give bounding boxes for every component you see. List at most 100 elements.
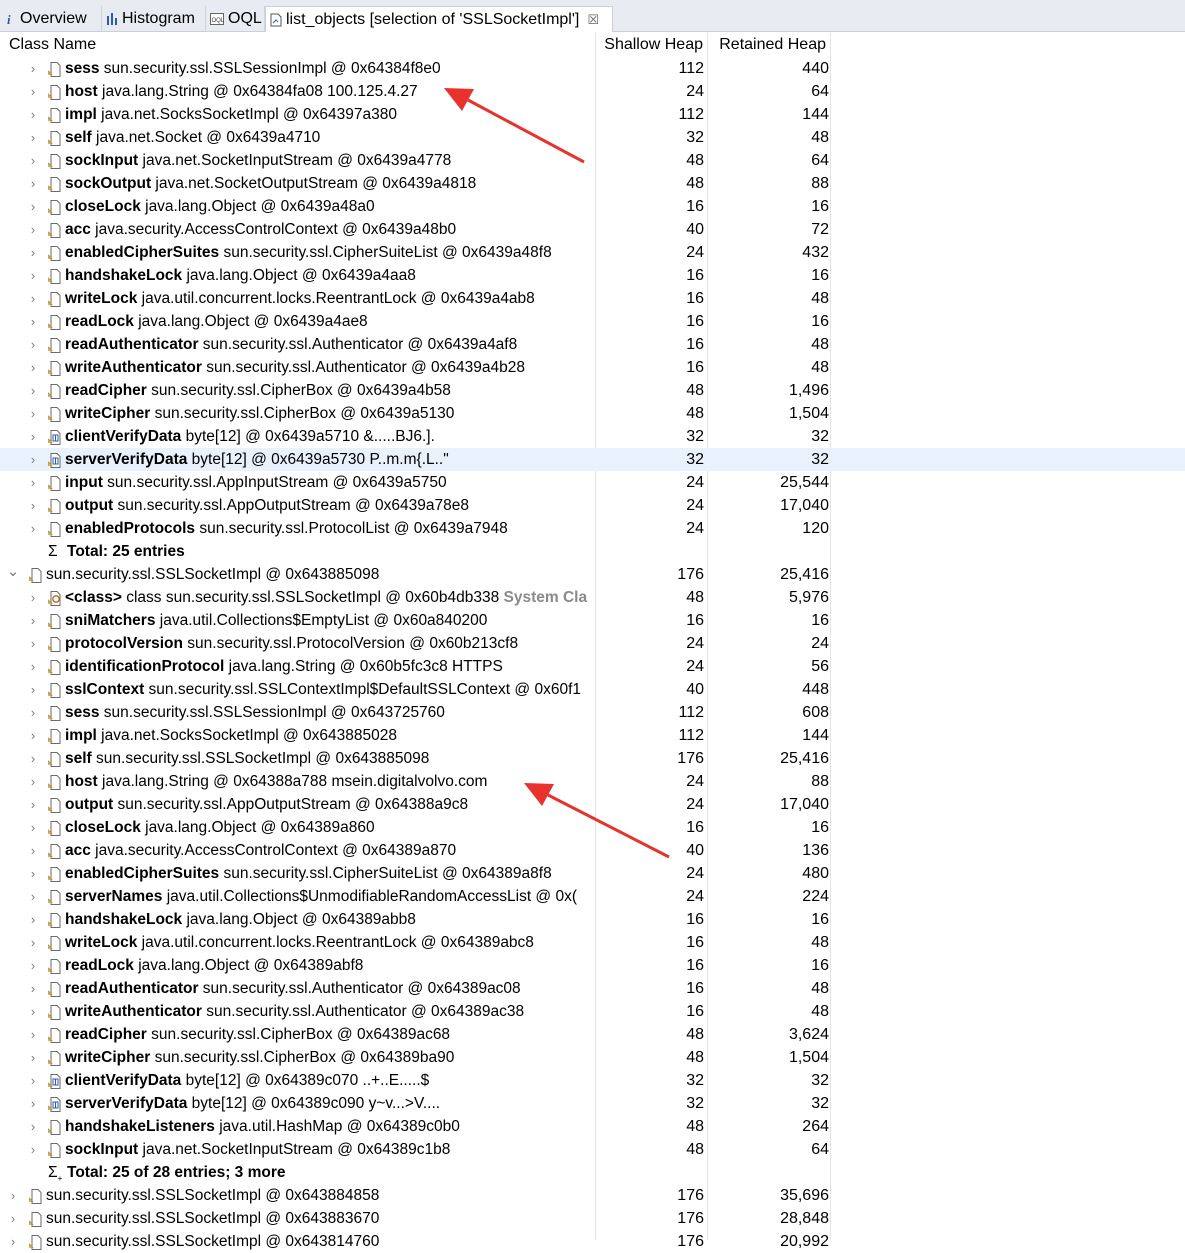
table-row[interactable]: › enabledCipherSuites sun.security.ssl.Ci… (0, 241, 1185, 264)
table-row[interactable]: › self sun.security.ssl.SSLSocketImpl @ 0… (0, 747, 1185, 770)
table-row[interactable]: › writeCipher sun.security.ssl.CipherBox … (0, 1046, 1185, 1069)
table-row[interactable]: › sun.security.ssl.SSLSocketImpl @ 0x6438… (0, 1207, 1185, 1230)
close-icon[interactable]: ☒ (587, 12, 599, 28)
expand-chevron-icon[interactable]: › (26, 241, 40, 264)
expand-chevron-icon[interactable]: › (26, 425, 40, 448)
expand-chevron-icon[interactable]: › (26, 885, 40, 908)
expand-chevron-icon[interactable]: › (6, 1230, 20, 1253)
table-row[interactable]: › writeAuthenticator sun.security.ssl.Aut… (0, 356, 1185, 379)
tab-histogram[interactable]: Histogram (102, 6, 206, 32)
column-header-retained-heap[interactable]: Retained Heap (708, 33, 831, 57)
expand-chevron-icon[interactable]: › (26, 724, 40, 747)
tab-oql[interactable]: OQL OQL (206, 6, 265, 32)
expand-chevron-icon[interactable]: › (26, 632, 40, 655)
expand-chevron-icon[interactable]: › (26, 678, 40, 701)
table-row[interactable]: › sockInput java.net.SocketInputStream @ … (0, 149, 1185, 172)
expand-chevron-icon[interactable]: › (26, 195, 40, 218)
expand-chevron-icon[interactable]: › (26, 609, 40, 632)
expand-chevron-icon[interactable]: › (6, 1207, 20, 1230)
table-row[interactable]: › writeCipher sun.security.ssl.CipherBox … (0, 402, 1185, 425)
table-row[interactable]: › sess sun.security.ssl.SSLSessionImpl @ … (0, 701, 1185, 724)
column-header-shallow-heap[interactable]: Shallow Heap (596, 33, 708, 57)
expand-chevron-icon[interactable]: › (26, 1000, 40, 1023)
tab-overview[interactable]: i Overview (0, 6, 102, 32)
table-row[interactable]: › host java.lang.String @ 0x64384fa08 100… (0, 80, 1185, 103)
expand-chevron-icon[interactable]: › (26, 126, 40, 149)
expand-chevron-icon[interactable]: › (26, 1138, 40, 1161)
expand-chevron-icon[interactable]: › (26, 655, 40, 678)
expand-chevron-icon[interactable]: › (26, 218, 40, 241)
expand-chevron-icon[interactable]: › (26, 793, 40, 816)
table-row[interactable]: › sslContext sun.security.ssl.SSLContextI… (0, 678, 1185, 701)
expand-chevron-icon[interactable]: › (26, 356, 40, 379)
table-row[interactable]: › handshakeListeners java.util.HashMap @ … (0, 1115, 1185, 1138)
table-row[interactable]: › sun.security.ssl.SSLSocketImpl @ 0x6438… (0, 1184, 1185, 1207)
table-row[interactable]: › clientVerifyData byte[12] @ 0x64389c070… (0, 1069, 1185, 1092)
table-row[interactable]: › handshakeLock java.lang.Object @ 0x6439… (0, 264, 1185, 287)
table-row[interactable]: › acc java.security.AccessControlContext … (0, 218, 1185, 241)
expand-chevron-icon[interactable]: › (6, 1184, 20, 1207)
collapse-chevron-icon[interactable]: ⌄ (6, 563, 20, 586)
table-row[interactable]: › writeLock java.util.concurrent.locks.Re… (0, 931, 1185, 954)
table-row[interactable]: › serverVerifyData byte[12] @ 0x6439a5730… (0, 448, 1185, 471)
table-row[interactable]: › readLock java.lang.Object @ 0x6439a4ae8… (0, 310, 1185, 333)
table-row[interactable]: › host java.lang.String @ 0x64388a788 mse… (0, 770, 1185, 793)
expand-chevron-icon[interactable]: › (26, 448, 40, 471)
expand-chevron-icon[interactable]: › (26, 839, 40, 862)
table-row[interactable]: › sun.security.ssl.SSLSocketImpl @ 0x6438… (0, 1230, 1185, 1253)
expand-chevron-icon[interactable]: › (26, 310, 40, 333)
expand-chevron-icon[interactable]: › (26, 747, 40, 770)
table-row[interactable]: › readAuthenticator sun.security.ssl.Auth… (0, 977, 1185, 1000)
expand-chevron-icon[interactable]: › (26, 379, 40, 402)
expand-chevron-icon[interactable]: › (26, 701, 40, 724)
table-row[interactable]: › enabledCipherSuites sun.security.ssl.Ci… (0, 862, 1185, 885)
table-row[interactable]: › acc java.security.AccessControlContext … (0, 839, 1185, 862)
table-row[interactable]: › readAuthenticator sun.security.ssl.Auth… (0, 333, 1185, 356)
table-row[interactable]: › sockOutput java.net.SocketOutputStream … (0, 172, 1185, 195)
total-row[interactable]: Σ Total: 25 entries (0, 540, 1185, 563)
expand-chevron-icon[interactable]: › (26, 908, 40, 931)
expand-chevron-icon[interactable]: › (26, 1069, 40, 1092)
table-row[interactable]: › serverVerifyData byte[12] @ 0x64389c090… (0, 1092, 1185, 1115)
table-row[interactable]: › clientVerifyData byte[12] @ 0x6439a5710… (0, 425, 1185, 448)
table-row[interactable]: › handshakeLock java.lang.Object @ 0x6438… (0, 908, 1185, 931)
expand-chevron-icon[interactable]: › (26, 816, 40, 839)
table-row[interactable]: › input sun.security.ssl.AppInputStream @… (0, 471, 1185, 494)
expand-chevron-icon[interactable]: › (26, 770, 40, 793)
expand-chevron-icon[interactable]: › (26, 977, 40, 1000)
expand-chevron-icon[interactable]: › (26, 149, 40, 172)
table-row[interactable]: › readCipher sun.security.ssl.CipherBox @… (0, 1023, 1185, 1046)
table-row[interactable]: ⌄ sun.security.ssl.SSLSocketImpl @ 0x6438… (0, 563, 1185, 586)
table-row[interactable]: › sockInput java.net.SocketInputStream @ … (0, 1138, 1185, 1161)
expand-chevron-icon[interactable]: › (26, 1115, 40, 1138)
expand-chevron-icon[interactable]: › (26, 287, 40, 310)
table-row[interactable]: › identificationProtocol java.lang.String… (0, 655, 1185, 678)
table-row[interactable]: › readCipher sun.security.ssl.CipherBox @… (0, 379, 1185, 402)
table-row[interactable]: › impl java.net.SocksSocketImpl @ 0x64388… (0, 724, 1185, 747)
expand-chevron-icon[interactable]: › (26, 862, 40, 885)
tab-list-objects[interactable]: list_objects [selection of 'SSLSocketImp… (265, 6, 613, 32)
expand-chevron-icon[interactable]: › (26, 57, 40, 80)
expand-chevron-icon[interactable]: › (26, 103, 40, 126)
expand-chevron-icon[interactable]: › (26, 1092, 40, 1115)
table-row[interactable]: › protocolVersion sun.security.ssl.Protoc… (0, 632, 1185, 655)
expand-chevron-icon[interactable]: › (26, 954, 40, 977)
table-row[interactable]: › self java.net.Socket @ 0x6439a4710 32 48 (0, 126, 1185, 149)
column-header-class-name[interactable]: Class Name (0, 33, 596, 57)
table-row[interactable]: › writeAuthenticator sun.security.ssl.Aut… (0, 1000, 1185, 1023)
expand-chevron-icon[interactable]: › (26, 586, 40, 609)
expand-chevron-icon[interactable]: › (26, 931, 40, 954)
table-row[interactable]: › <class> class sun.security.ssl.SSLSocke… (0, 586, 1185, 609)
expand-chevron-icon[interactable]: › (26, 333, 40, 356)
table-row[interactable]: › readLock java.lang.Object @ 0x64389abf8… (0, 954, 1185, 977)
table-row[interactable]: › serverNames java.util.Collections$Unmod… (0, 885, 1185, 908)
expand-chevron-icon[interactable]: › (26, 1023, 40, 1046)
table-row[interactable]: › output sun.security.ssl.AppOutputStream… (0, 494, 1185, 517)
expand-chevron-icon[interactable]: › (26, 494, 40, 517)
table-row[interactable]: › impl java.net.SocksSocketImpl @ 0x64397… (0, 103, 1185, 126)
expand-chevron-icon[interactable]: › (26, 1046, 40, 1069)
table-row[interactable]: › closeLock java.lang.Object @ 0x64389a86… (0, 816, 1185, 839)
table-row[interactable]: › sess sun.security.ssl.SSLSessionImpl @ … (0, 57, 1185, 80)
expand-chevron-icon[interactable]: › (26, 402, 40, 425)
table-row[interactable]: › closeLock java.lang.Object @ 0x6439a48a… (0, 195, 1185, 218)
